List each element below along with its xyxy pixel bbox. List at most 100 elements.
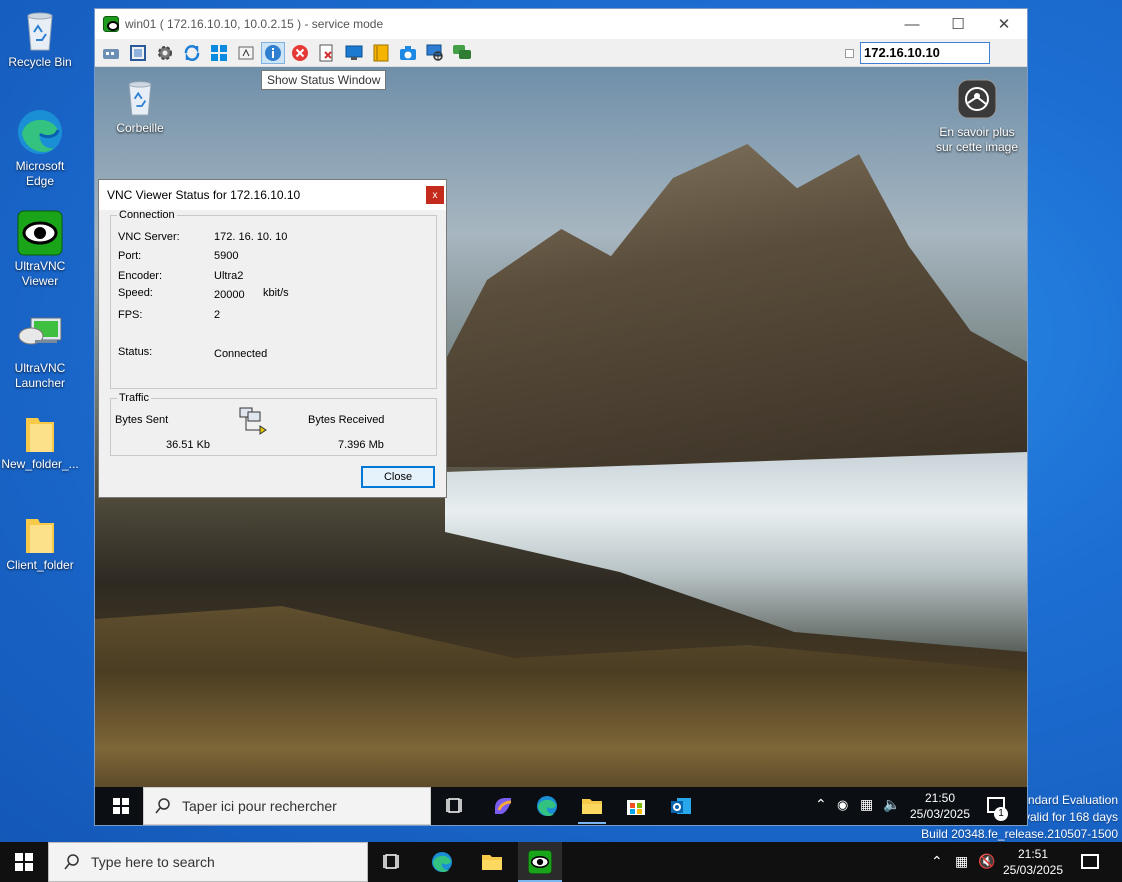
notebook-icon [373,44,389,61]
close-circle-icon [292,44,308,61]
remote-search-placeholder: Taper ici pour rechercher [182,798,337,814]
ultravnc-launcher-icon [18,317,62,345]
file-explorer-icon[interactable] [480,850,504,874]
notification-count: 1 [994,807,1008,821]
recycle-bin-icon [128,81,152,116]
keys-icon [103,48,119,59]
taskbar-clock[interactable]: 21:51 25/03/2025 [998,846,1068,878]
network-tray-icon[interactable]: ▦ [955,853,968,870]
gear-icon [158,45,172,60]
vnc-server-value: 172. 16. 10. 10 [214,231,288,243]
remote-taskbar: Taper ici pour rechercher ⌃ ◉ ▦ 🔈 21:50 … [95,787,1027,825]
spotlight-label: En savoir plus [939,125,1015,139]
remote-screen[interactable]: Corbeille En savoir plus sur cette image… [95,67,1027,825]
network-icon [239,407,267,435]
remote-date: 25/03/2025 [909,807,971,821]
ultravnc-taskbar-button[interactable] [518,842,562,882]
volume-muted-icon[interactable]: 🔇 [978,853,995,870]
desktop-icon-microsoft-edge[interactable]: Microsoft Edge [0,108,80,189]
file-explorer-icon[interactable] [580,794,604,818]
file-transfer-button[interactable] [315,42,339,64]
status-dialog-title: VNC Viewer Status for 172.16.10.10 [107,188,301,202]
watermark-line: Build 20348.fe_release.210507-1500 [921,827,1118,841]
desktop-icon-ultravnc-viewer[interactable]: UltraVNC Viewer [0,210,80,289]
encoder-label: Encoder: [118,270,163,282]
viewer-title-bar[interactable]: win01 ( 172.16.10.10, 10.0.2.15 ) - serv… [95,9,1027,39]
disconnect-button[interactable] [288,42,312,64]
monitor-icon [345,45,363,60]
host-checkbox[interactable] [845,49,854,58]
edge-icon[interactable] [535,794,559,818]
custom-key-button[interactable] [234,42,258,64]
desktop-icon-recycle-bin[interactable]: Recycle Bin [0,8,80,70]
task-view-icon[interactable] [443,794,467,818]
bytes-received-label: Bytes Received [308,414,385,426]
desktop-icon-new-folder[interactable]: New_folder_... [0,414,80,472]
bytes-sent-label: Bytes Sent [115,414,169,426]
remote-time: 21:50 [924,791,956,805]
remote-search-box[interactable]: Taper ici pour rechercher [143,787,431,825]
copilot-icon[interactable] [491,794,515,818]
display-select-icon [426,44,443,61]
taskbar-search-box[interactable]: Type here to search [48,842,368,882]
minimize-button[interactable]: — [889,9,935,39]
ultravnc-viewer-icon [17,210,63,256]
outlook-icon[interactable] [669,794,693,818]
status-dialog-title-bar[interactable]: VNC Viewer Status for 172.16.10.10 x [99,180,446,210]
info-icon [265,44,281,61]
chevron-up-icon[interactable]: ⌃ [815,796,827,813]
select-display-button[interactable] [423,42,447,64]
show-status-window-button[interactable] [261,41,285,64]
settings-button[interactable] [153,42,177,64]
desktop-icon-label: Client_folder [6,558,74,572]
desktop-icon-label: New_folder_... [1,457,79,471]
chat-button[interactable] [450,42,474,64]
edge-icon[interactable] [430,850,454,874]
maximize-button[interactable]: ☐ [935,9,981,39]
status-label: Status: [118,346,153,358]
task-view-icon[interactable] [380,850,404,874]
close-window-button[interactable]: ✕ [981,9,1027,39]
bytes-sent-value: 36.51 Kb [166,439,211,451]
camera-lens-icon [957,79,997,119]
port-value: 5900 [214,250,239,262]
desktop-icon-client-folder[interactable]: Client_folder [0,515,80,573]
start-menu-button[interactable] [207,42,231,64]
close-icon[interactable]: x [426,186,444,204]
screenshot-button[interactable] [396,42,420,64]
volume-icon[interactable]: 🔈 [883,796,900,813]
file-transfer-icon [319,44,333,61]
speed-value: 20000 [214,289,245,301]
network-tray-icon[interactable]: ▦ [860,796,873,813]
vnc-viewer-window: win01 ( 172.16.10.10, 10.0.2.15 ) - serv… [94,8,1028,826]
vnc-server-label: VNC Server: [118,231,180,243]
chat-icon [453,44,471,59]
windows-start-icon[interactable] [12,850,36,874]
camera-tray-icon[interactable]: ◉ [837,797,848,813]
store-icon[interactable] [624,794,648,818]
desktop-icon-ultravnc-launcher[interactable]: UltraVNC Launcher [0,316,80,391]
ultravnc-viewer-icon [528,850,552,874]
viewer-title: win01 ( 172.16.10.10, 10.0.2.15 ) - serv… [125,17,384,31]
text-chat-button[interactable] [369,42,393,64]
spotlight-learn-more[interactable]: En savoir plus sur cette image [931,79,1023,155]
remote-icon-recycle-bin[interactable]: Corbeille [100,77,180,136]
refresh-button[interactable] [180,42,204,64]
windows-start-icon[interactable] [109,794,133,818]
tooltip-show-status: Show Status Window [261,70,387,90]
remote-clock[interactable]: 21:50 25/03/2025 [905,790,975,822]
host-address-input[interactable]: 172.16.10.10 [860,42,990,64]
send-ctrl-alt-del-button[interactable] [99,42,123,64]
fps-value: 2 [214,309,221,321]
connection-legend: Connection [119,209,175,221]
status-value: Connected [214,348,268,360]
ultravnc-app-icon [103,16,119,32]
chat-window-button[interactable] [342,42,366,64]
bytes-received-value: 7.396 Mb [338,439,384,451]
close-button[interactable]: Close [361,466,435,488]
search-icon [64,854,79,870]
notification-icon[interactable] [1081,854,1099,869]
windows-icon [211,44,227,61]
chevron-up-icon[interactable]: ⌃ [931,853,943,870]
fullscreen-button[interactable] [126,42,150,64]
